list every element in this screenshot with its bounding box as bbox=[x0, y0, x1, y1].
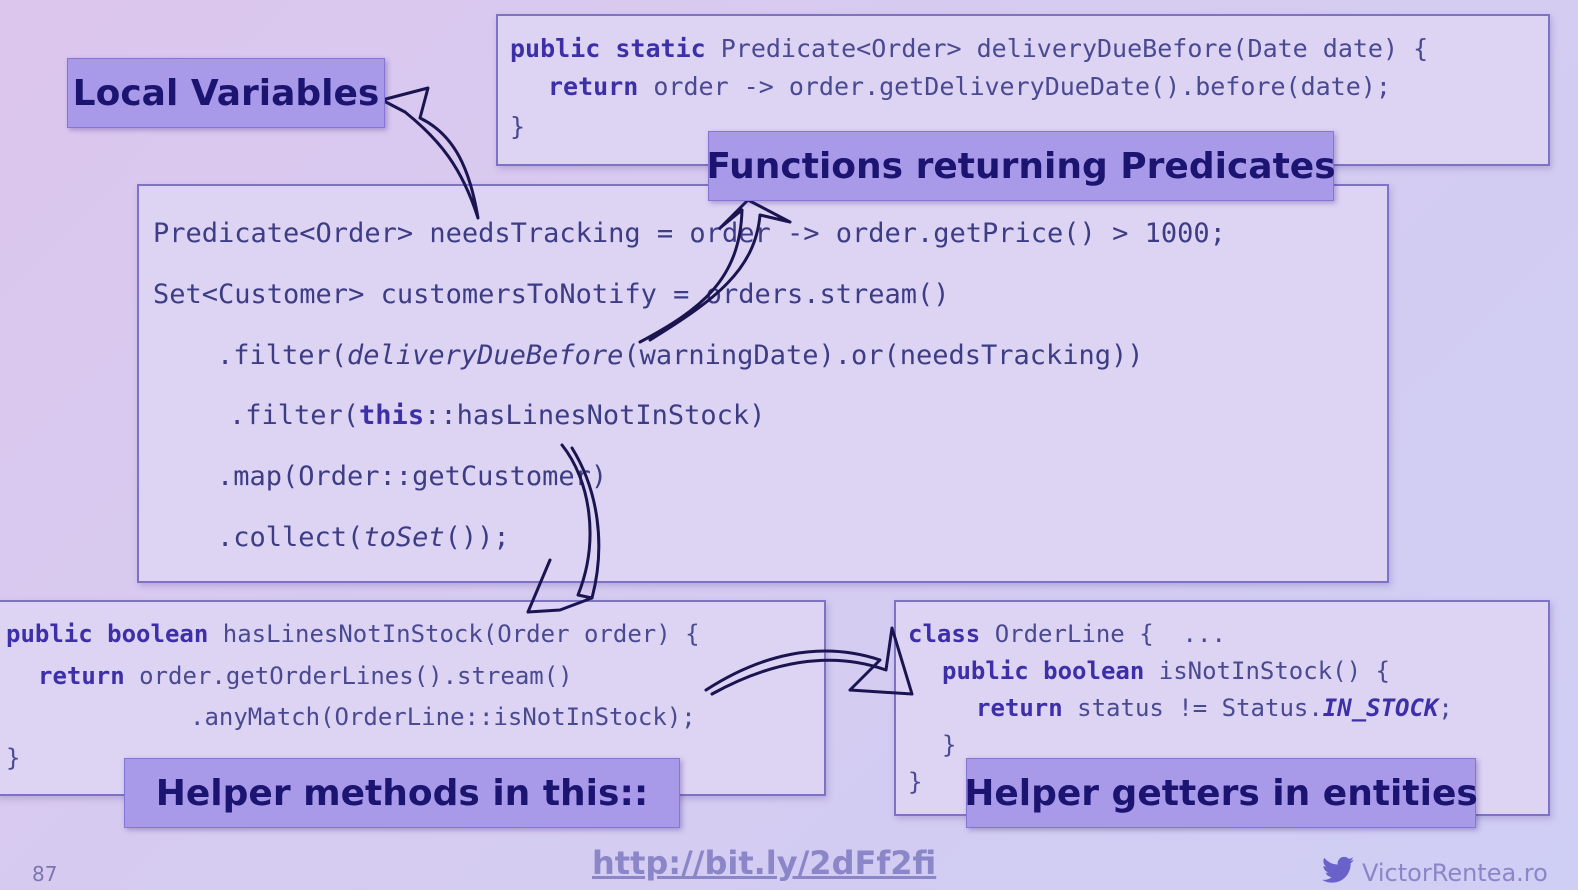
twitter-handle[interactable]: VictorRentea.ro bbox=[1322, 856, 1548, 890]
stream-pipeline-code-block: Predicate<Order> needsTracking = order -… bbox=[137, 184, 1389, 583]
footer-url-link[interactable]: http://bit.ly/2dFf2fi bbox=[592, 844, 936, 882]
slide-number: 87 bbox=[32, 862, 58, 886]
code-line: class OrderLine { ... bbox=[908, 620, 1226, 648]
code-line: public boolean hasLinesNotInStock(Order … bbox=[6, 620, 700, 648]
code-line: .anyMatch(OrderLine::isNotInStock); bbox=[190, 703, 696, 731]
code-line: public static Predicate<Order> deliveryD… bbox=[510, 34, 1429, 63]
twitter-bird-icon bbox=[1322, 856, 1354, 890]
code-line: } bbox=[510, 112, 526, 141]
twitter-handle-text: VictorRentea.ro bbox=[1362, 859, 1548, 887]
code-line: .map(Order::getCustomer) bbox=[217, 461, 608, 492]
helper-getters-label: Helper getters in entities bbox=[964, 758, 1478, 828]
code-line: } bbox=[6, 744, 21, 772]
code-line: } bbox=[942, 731, 957, 759]
code-line: Set<Customer> customersToNotify = orders… bbox=[153, 279, 950, 310]
functions-returning-predicates-label: Functions returning Predicates bbox=[706, 131, 1336, 201]
code-line: public boolean isNotInStock() { bbox=[942, 657, 1390, 685]
code-line: .collect(toSet()); bbox=[217, 522, 510, 553]
code-line: .filter(this::hasLinesNotInStock) bbox=[229, 400, 766, 431]
code-line: return order -> order.getDeliveryDueDate… bbox=[548, 72, 1391, 101]
code-line: } bbox=[908, 768, 923, 796]
code-line: return status != Status.IN_STOCK; bbox=[976, 694, 1453, 722]
code-line: Predicate<Order> needsTracking = order -… bbox=[153, 218, 1226, 249]
local-variables-label: Local Variables bbox=[67, 58, 385, 128]
code-line: .filter(deliveryDueBefore(warningDate).o… bbox=[217, 340, 1144, 371]
code-line: return order.getOrderLines().stream() bbox=[38, 662, 573, 690]
helper-methods-label: Helper methods in this:: bbox=[124, 758, 680, 828]
